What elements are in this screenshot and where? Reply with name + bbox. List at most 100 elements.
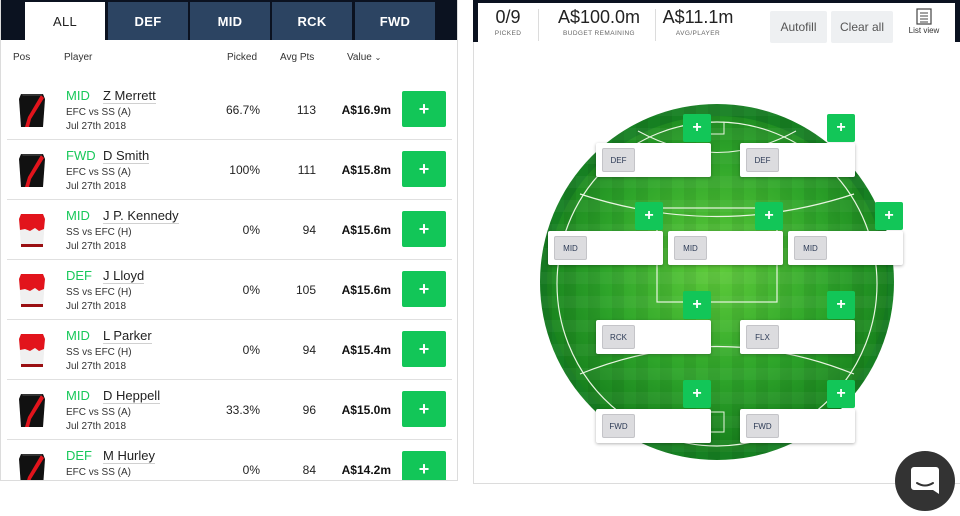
slot-position-tag: FWD <box>602 414 635 438</box>
player-picked-pct: 66.7% <box>225 103 260 117</box>
team-jersey-icon <box>17 391 47 429</box>
add-to-slot-button[interactable]: + <box>683 114 711 142</box>
player-value: A$15.8m <box>341 163 391 177</box>
add-player-button[interactable]: + <box>402 271 446 307</box>
add-to-slot-button[interactable]: + <box>635 202 663 230</box>
player-match-date: Jul 27th 2018 <box>66 121 127 132</box>
add-player-button[interactable]: + <box>402 451 446 480</box>
lineup-slot-mid[interactable]: MID <box>788 231 903 265</box>
team-jersey-icon <box>17 151 47 189</box>
player-row[interactable]: MID Z Merrett EFC vs SS (A) Jul 27th 2018 66… <box>7 80 452 140</box>
divider <box>538 9 539 41</box>
lineup-slot-mid[interactable]: MID <box>668 231 783 265</box>
divider <box>655 9 656 41</box>
clear-all-button[interactable]: Clear all <box>831 11 893 43</box>
add-to-slot-button[interactable]: + <box>683 291 711 319</box>
player-picked-pct: 0% <box>242 343 260 357</box>
player-position: MID <box>66 208 90 223</box>
add-to-slot-button[interactable]: + <box>827 291 855 319</box>
lineup-slot-mid[interactable]: MID <box>548 231 663 265</box>
add-to-slot-button[interactable]: + <box>755 202 783 230</box>
player-position: DEF <box>66 268 92 283</box>
player-position: DEF <box>66 448 92 463</box>
add-player-button[interactable]: + <box>402 151 446 187</box>
player-position: MID <box>66 88 90 103</box>
player-row[interactable]: DEF J Lloyd SS vs EFC (H) Jul 27th 2018 0% 10… <box>7 260 452 320</box>
player-row[interactable]: MID J P. Kennedy SS vs EFC (H) Jul 27th 201… <box>7 200 452 260</box>
slot-position-tag: FWD <box>746 414 779 438</box>
add-to-slot-button[interactable]: + <box>827 380 855 408</box>
add-player-button[interactable]: + <box>402 91 446 127</box>
player-row[interactable]: MID D Heppell EFC vs SS (A) Jul 27th 2018 33… <box>7 380 452 440</box>
player-value: A$15.4m <box>341 343 391 357</box>
tab-mid[interactable]: MID <box>190 2 270 40</box>
add-to-slot-button[interactable]: + <box>683 380 711 408</box>
player-name-link[interactable]: D Smith <box>103 148 150 164</box>
team-jersey-icon <box>17 211 47 249</box>
add-player-button[interactable]: + <box>402 211 446 247</box>
player-position: FWD <box>66 148 96 163</box>
add-player-button[interactable]: + <box>402 391 446 427</box>
player-match: SS vs EFC (H) <box>66 227 132 238</box>
tab-def[interactable]: DEF <box>108 2 188 40</box>
player-avg-pts: 113 <box>296 103 316 117</box>
player-match-date: Jul 27th 2018 <box>66 301 127 312</box>
player-list-panel: ALL DEF MID RCK FWD Pos Player Picked Av… <box>0 0 458 481</box>
chat-launcher-button[interactable] <box>895 451 955 511</box>
player-match: EFC vs SS (A) <box>66 407 132 418</box>
player-name-link[interactable]: J Lloyd <box>103 268 145 284</box>
slot-position-tag: MID <box>554 236 587 260</box>
lineup-slot-def[interactable]: DEF <box>740 143 855 177</box>
tab-rck[interactable]: RCK <box>272 2 352 40</box>
col-header-value-label: Value <box>347 52 372 63</box>
col-header-avg-pts[interactable]: Avg Pts <box>280 52 314 63</box>
lineup-slot-rck[interactable]: RCK <box>596 320 711 354</box>
player-name-link[interactable]: D Heppell <box>103 388 161 404</box>
player-name-link[interactable]: J P. Kennedy <box>103 208 179 224</box>
autofill-button[interactable]: Autofill <box>770 11 827 43</box>
player-match-date: Jul 27th 2018 <box>66 361 127 372</box>
player-picked-pct: 33.3% <box>225 403 260 417</box>
player-row[interactable]: FWD D Smith EFC vs SS (A) Jul 27th 2018 100%… <box>7 140 452 200</box>
player-picked-pct: 0% <box>242 463 260 477</box>
list-icon <box>916 8 932 25</box>
chat-icon <box>911 467 939 494</box>
stat-picked-label: PICKED <box>494 30 522 37</box>
team-jersey-icon <box>17 271 47 309</box>
player-match: EFC vs SS (A) <box>66 467 132 478</box>
stat-picked: 0/9 PICKED <box>478 7 538 37</box>
summary-bar: 0/9 PICKED A$100.0m BUDGET REMAINING A$1… <box>478 3 955 43</box>
lineup-slot-def[interactable]: DEF <box>596 143 711 177</box>
player-name-link[interactable]: M Hurley <box>103 448 156 464</box>
stat-budget-value: A$100.0m <box>557 7 641 27</box>
list-view-button[interactable]: List view <box>904 8 944 35</box>
player-row[interactable]: DEF M Hurley EFC vs SS (A) 0% 84 A$14.2m + <box>7 440 452 480</box>
add-player-button[interactable]: + <box>402 331 446 367</box>
lineup-slot-fwd[interactable]: FWD <box>596 409 711 443</box>
stat-picked-value: 0/9 <box>495 7 521 27</box>
add-to-slot-button[interactable]: + <box>875 202 903 230</box>
tab-all[interactable]: ALL <box>25 2 105 40</box>
player-name-link[interactable]: L Parker <box>103 328 152 344</box>
player-name-link[interactable]: Z Merrett <box>103 88 156 104</box>
add-to-slot-button[interactable]: + <box>827 114 855 142</box>
slot-position-tag: DEF <box>602 148 635 172</box>
col-header-value[interactable]: Value ⌄ <box>347 52 381 63</box>
col-header-picked[interactable]: Picked <box>227 52 257 63</box>
tab-fwd[interactable]: FWD <box>355 2 435 40</box>
lineup-slot-fwd[interactable]: FWD <box>740 409 855 443</box>
player-avg-pts: 111 <box>297 163 316 177</box>
player-row[interactable]: MID L Parker SS vs EFC (H) Jul 27th 2018 0% 9… <box>7 320 452 380</box>
player-value: A$15.6m <box>341 223 391 237</box>
team-jersey-icon <box>17 331 47 369</box>
lineup-slot-flx[interactable]: FLX <box>740 320 855 354</box>
col-header-pos: Pos <box>13 52 31 63</box>
player-avg-pts: 84 <box>302 463 316 477</box>
player-match: EFC vs SS (A) <box>66 167 132 178</box>
position-tabs: ALL DEF MID RCK FWD <box>1 0 457 40</box>
player-match: EFC vs SS (A) <box>66 107 132 118</box>
player-position: MID <box>66 388 90 403</box>
list-view-label: List view <box>908 26 940 35</box>
player-value: A$15.0m <box>341 403 391 417</box>
player-avg-pts: 94 <box>302 343 316 357</box>
